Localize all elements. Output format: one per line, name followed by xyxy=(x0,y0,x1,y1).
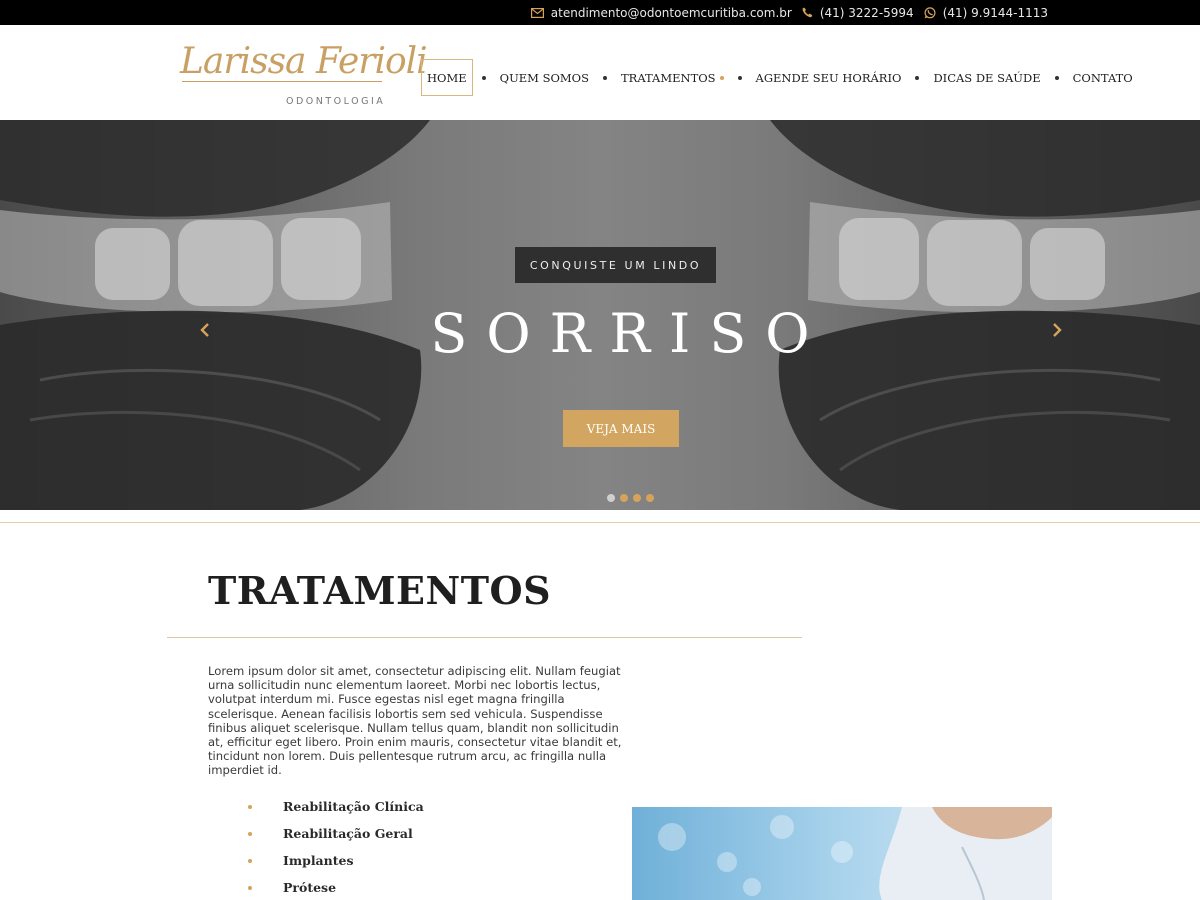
title-underline xyxy=(167,637,802,638)
treatment-label: Reabilitação Geral xyxy=(283,826,413,841)
bullet-icon xyxy=(248,831,252,836)
nav-quem-somos[interactable]: QUEM SOMOS xyxy=(495,59,594,96)
nav-dicas-label: DICAS DE SAÚDE xyxy=(933,70,1041,85)
top-contact-bar: atendimento@odontoemcuritiba.com.br (41)… xyxy=(0,0,1200,25)
bullet-icon xyxy=(248,885,252,890)
email-contact[interactable]: atendimento@odontoemcuritiba.com.br xyxy=(530,5,792,20)
dentist-image xyxy=(632,807,1052,900)
treatment-label: Implantes xyxy=(283,853,354,868)
nav-separator xyxy=(737,75,742,80)
logo-underline xyxy=(182,81,382,82)
hero-kicker: CONQUISTE UM LINDO xyxy=(515,247,716,283)
slider-dot[interactable] xyxy=(620,494,628,502)
bullet-icon xyxy=(248,858,252,863)
nav-separator xyxy=(602,75,607,80)
phone-icon xyxy=(802,7,813,18)
hero-slider: CONQUISTE UM LINDO SORRISO VEJA MAIS xyxy=(0,120,1200,510)
treatment-item[interactable]: Reabilitação Geral xyxy=(248,820,424,847)
treatments-intro: Lorem ipsum dolor sit amet, consectetur … xyxy=(208,664,622,778)
slider-next-button[interactable] xyxy=(1046,320,1066,340)
nav-home-label: HOME xyxy=(427,70,467,85)
nav-separator xyxy=(1054,75,1059,80)
nav-agende[interactable]: AGENDE SEU HORÁRIO xyxy=(751,59,907,96)
slider-prev-button[interactable] xyxy=(196,320,216,340)
logo-subtitle: ODONTOLOGIA xyxy=(286,96,386,107)
logo-script: Larissa Ferioli xyxy=(180,41,428,82)
email-text: atendimento@odontoemcuritiba.com.br xyxy=(550,5,792,20)
main-nav: HOME QUEM SOMOS TRATAMENTOS AGENDE SEU H… xyxy=(421,59,1138,96)
nav-dicas[interactable]: DICAS DE SAÚDE xyxy=(928,59,1045,96)
slider-dot[interactable] xyxy=(607,494,615,502)
logo[interactable]: Larissa Ferioli ODONTOLOGIA xyxy=(180,41,428,109)
treatments-list: Reabilitação Clínica Reabilitação Geral … xyxy=(248,793,424,900)
contact-list: atendimento@odontoemcuritiba.com.br (41)… xyxy=(530,0,1048,25)
bullet-icon xyxy=(248,804,252,809)
treatments-title: TRATAMENTOS xyxy=(208,568,552,613)
slider-dot[interactable] xyxy=(646,494,654,502)
treatment-item[interactable]: Reabilitação Clínica xyxy=(248,793,424,820)
slider-dot[interactable] xyxy=(633,494,641,502)
dropdown-indicator-icon xyxy=(719,75,724,80)
envelope-icon xyxy=(530,7,544,18)
nav-separator xyxy=(481,75,486,80)
veja-mais-button[interactable]: VEJA MAIS xyxy=(563,410,679,447)
whatsapp-text: (41) 9.9144-1113 xyxy=(942,5,1048,20)
phone-contact[interactable]: (41) 3222-5994 xyxy=(802,6,914,20)
nav-separator xyxy=(915,75,920,80)
nav-home[interactable]: HOME xyxy=(421,59,473,96)
phone-text: (41) 3222-5994 xyxy=(819,5,914,20)
treatment-item[interactable]: Implantes xyxy=(248,847,424,874)
dentist-photo xyxy=(632,807,1052,900)
treatment-item[interactable]: Prótese xyxy=(248,874,424,900)
hero-headline: SORRISO xyxy=(430,302,829,365)
whatsapp-contact[interactable]: (41) 9.9144-1113 xyxy=(924,6,1048,20)
nav-tratamentos[interactable]: TRATAMENTOS xyxy=(616,59,729,96)
slider-pagination xyxy=(607,494,654,502)
chevron-right-icon xyxy=(1053,323,1062,337)
nav-quem-somos-label: QUEM SOMOS xyxy=(499,70,589,85)
chevron-left-icon xyxy=(200,323,209,337)
nav-agende-label: AGENDE SEU HORÁRIO xyxy=(755,70,902,85)
nav-contato-label: CONTATO xyxy=(1072,70,1133,85)
site-header: Larissa Ferioli ODONTOLOGIA HOME QUEM SO… xyxy=(0,25,1200,120)
section-divider xyxy=(0,522,1200,523)
treatment-label: Prótese xyxy=(283,880,337,895)
nav-contato[interactable]: CONTATO xyxy=(1068,59,1138,96)
nav-tratamentos-label: TRATAMENTOS xyxy=(620,70,716,85)
whatsapp-icon xyxy=(924,6,936,19)
treatment-label: Reabilitação Clínica xyxy=(283,799,424,814)
